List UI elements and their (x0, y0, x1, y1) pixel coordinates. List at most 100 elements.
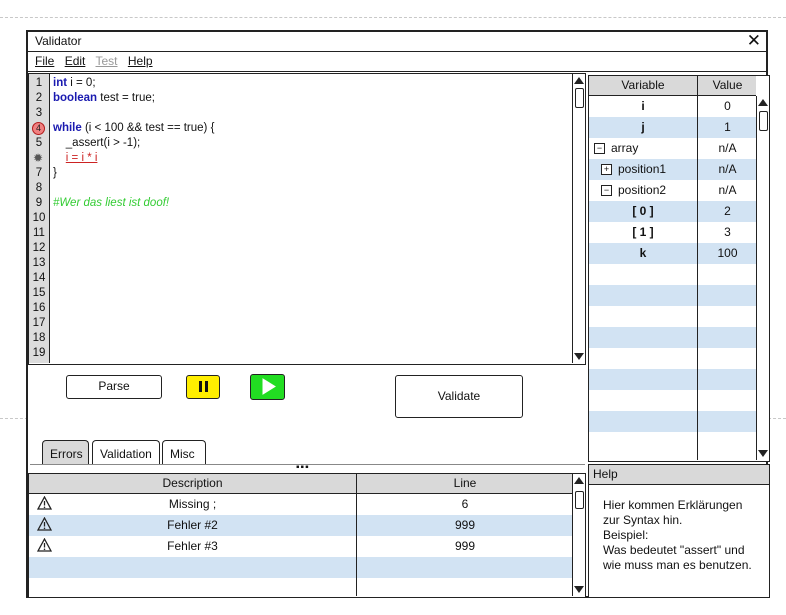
gear-icon[interactable]: ✹ (33, 151, 43, 166)
table-row[interactable]: Missing ; 6 (29, 494, 572, 515)
collapse-icon[interactable]: − (601, 185, 612, 197)
scroll-down-icon[interactable] (574, 586, 584, 593)
variable-row[interactable]: + position1 n/A (589, 159, 756, 180)
variables-table: Variable Value i 0 j 1 − array n/A + posit… (588, 75, 770, 462)
line-number: 15 (32, 287, 46, 299)
line-number: 18 (32, 332, 46, 344)
variable-value: 2 (724, 204, 731, 218)
play-button[interactable] (250, 374, 285, 400)
variable-name: array (611, 141, 639, 155)
variable-row[interactable]: i 0 (589, 96, 756, 117)
help-line: Beispiel: (603, 528, 649, 542)
variable-row-empty (589, 348, 756, 369)
code-line-error: i = i * i (65, 152, 98, 164)
variable-value: n/A (718, 162, 737, 176)
scroll-thumb[interactable] (759, 111, 768, 131)
line-number: 1 (35, 77, 43, 89)
line-number: 8 (35, 182, 43, 194)
line-number: 13 (32, 257, 46, 269)
help-line: Was bedeutet "assert" und (603, 543, 745, 557)
scroll-up-icon[interactable] (574, 477, 584, 484)
validator-window: Validator ✕ File Edit Test Help 1 2 3 4 … (26, 30, 770, 598)
line-number: 19 (32, 347, 46, 359)
line-number: 2 (35, 92, 43, 104)
scroll-up-icon[interactable] (574, 77, 584, 84)
errors-table-header: Description Line (29, 474, 572, 494)
variable-row-empty (589, 411, 756, 432)
error-line: 999 (454, 539, 476, 553)
column-header-value[interactable]: Value (699, 76, 756, 95)
variable-row-empty (589, 432, 756, 453)
line-number: 10 (32, 212, 46, 224)
pause-button[interactable] (186, 375, 220, 399)
scroll-down-icon[interactable] (574, 353, 584, 360)
expand-icon[interactable]: + (601, 164, 612, 176)
error-line: 6 (461, 497, 469, 511)
variable-row[interactable]: − position2 n/A (589, 180, 756, 201)
editor-scrollbar[interactable] (572, 74, 585, 363)
variable-value: 1 (724, 120, 731, 134)
error-line: 999 (454, 518, 476, 532)
variable-value: n/A (718, 141, 737, 155)
error-description: Fehler #3 (167, 539, 218, 553)
line-number: 7 (35, 167, 43, 179)
column-header-variable[interactable]: Variable (589, 76, 697, 95)
errors-table: Description Line Missing ; 6 Fehler #2 9… (28, 473, 586, 598)
validate-button[interactable]: Validate (395, 375, 523, 418)
code-line: _assert(i > -1); (53, 137, 141, 149)
line-number: 11 (33, 227, 45, 239)
errors-scrollbar[interactable] (572, 474, 585, 596)
variable-row[interactable]: − array n/A (589, 138, 756, 159)
column-divider (356, 474, 357, 596)
code-editor[interactable]: 1 2 3 4 5 ✹ 7 8 9 10 11 12 13 14 15 16 1… (28, 73, 586, 365)
menu-help[interactable]: Help (128, 54, 153, 68)
variable-name: position1 (618, 162, 667, 176)
play-icon (262, 378, 276, 395)
column-header-description[interactable]: Description (29, 474, 356, 493)
scroll-up-icon[interactable] (758, 99, 768, 106)
help-line: zur Syntax hin. (603, 513, 683, 527)
variable-row[interactable]: [ 1 ] 3 (589, 222, 756, 243)
line-number-gutter: 1 2 3 4 5 ✹ 7 8 9 10 11 12 13 14 15 16 1… (29, 74, 50, 363)
table-row-empty (29, 557, 572, 578)
variables-scrollbar[interactable] (756, 96, 769, 460)
variable-name: [ 1 ] (632, 225, 654, 239)
line-number: 3 (35, 107, 43, 119)
variable-row-empty (589, 390, 756, 411)
variable-row-empty (589, 285, 756, 306)
help-line: wie muss man es benutzen. (603, 558, 752, 572)
splitter-grip-icon[interactable]: ▪▪▪ (296, 462, 310, 473)
page-guide-top (0, 17, 786, 18)
help-panel: Help Hier kommen Erklärungen zur Syntax … (588, 464, 770, 598)
line-number: 5 (35, 137, 43, 149)
variable-row[interactable]: k 100 (589, 243, 756, 264)
variable-value: 3 (724, 225, 731, 239)
line-number: 16 (32, 302, 46, 314)
help-text: Hier kommen Erklärungen zur Syntax hin. … (603, 498, 752, 573)
variable-name: j (641, 120, 645, 134)
variable-row-empty (589, 264, 756, 285)
variable-name: i (641, 99, 645, 113)
variable-row[interactable]: j 1 (589, 117, 756, 138)
column-header-line[interactable]: Line (358, 474, 572, 493)
title-bar: Validator ✕ (28, 31, 766, 52)
scroll-thumb[interactable] (575, 491, 584, 509)
breakpoint-marker[interactable]: 4 (32, 122, 45, 135)
close-icon[interactable]: ✕ (747, 31, 761, 50)
variable-value: 100 (717, 246, 738, 260)
variable-row[interactable]: [ 0 ] 2 (589, 201, 756, 222)
line-number: 17 (32, 317, 46, 329)
help-line: Hier kommen Erklärungen (603, 498, 743, 512)
parse-button[interactable]: Parse (66, 375, 162, 399)
scroll-thumb[interactable] (575, 88, 584, 108)
table-row[interactable]: Fehler #2 999 (29, 515, 572, 536)
line-number: 14 (32, 272, 46, 284)
code-line: boolean test = true; (53, 92, 155, 104)
scroll-down-icon[interactable] (758, 450, 768, 457)
menu-edit[interactable]: Edit (65, 54, 86, 68)
collapse-icon[interactable]: − (594, 143, 605, 155)
line-number: 12 (32, 242, 46, 254)
code-line: while (i < 100 && test == true) { (53, 122, 215, 134)
menu-file[interactable]: File (35, 54, 54, 68)
table-row[interactable]: Fehler #3 999 (29, 536, 572, 557)
